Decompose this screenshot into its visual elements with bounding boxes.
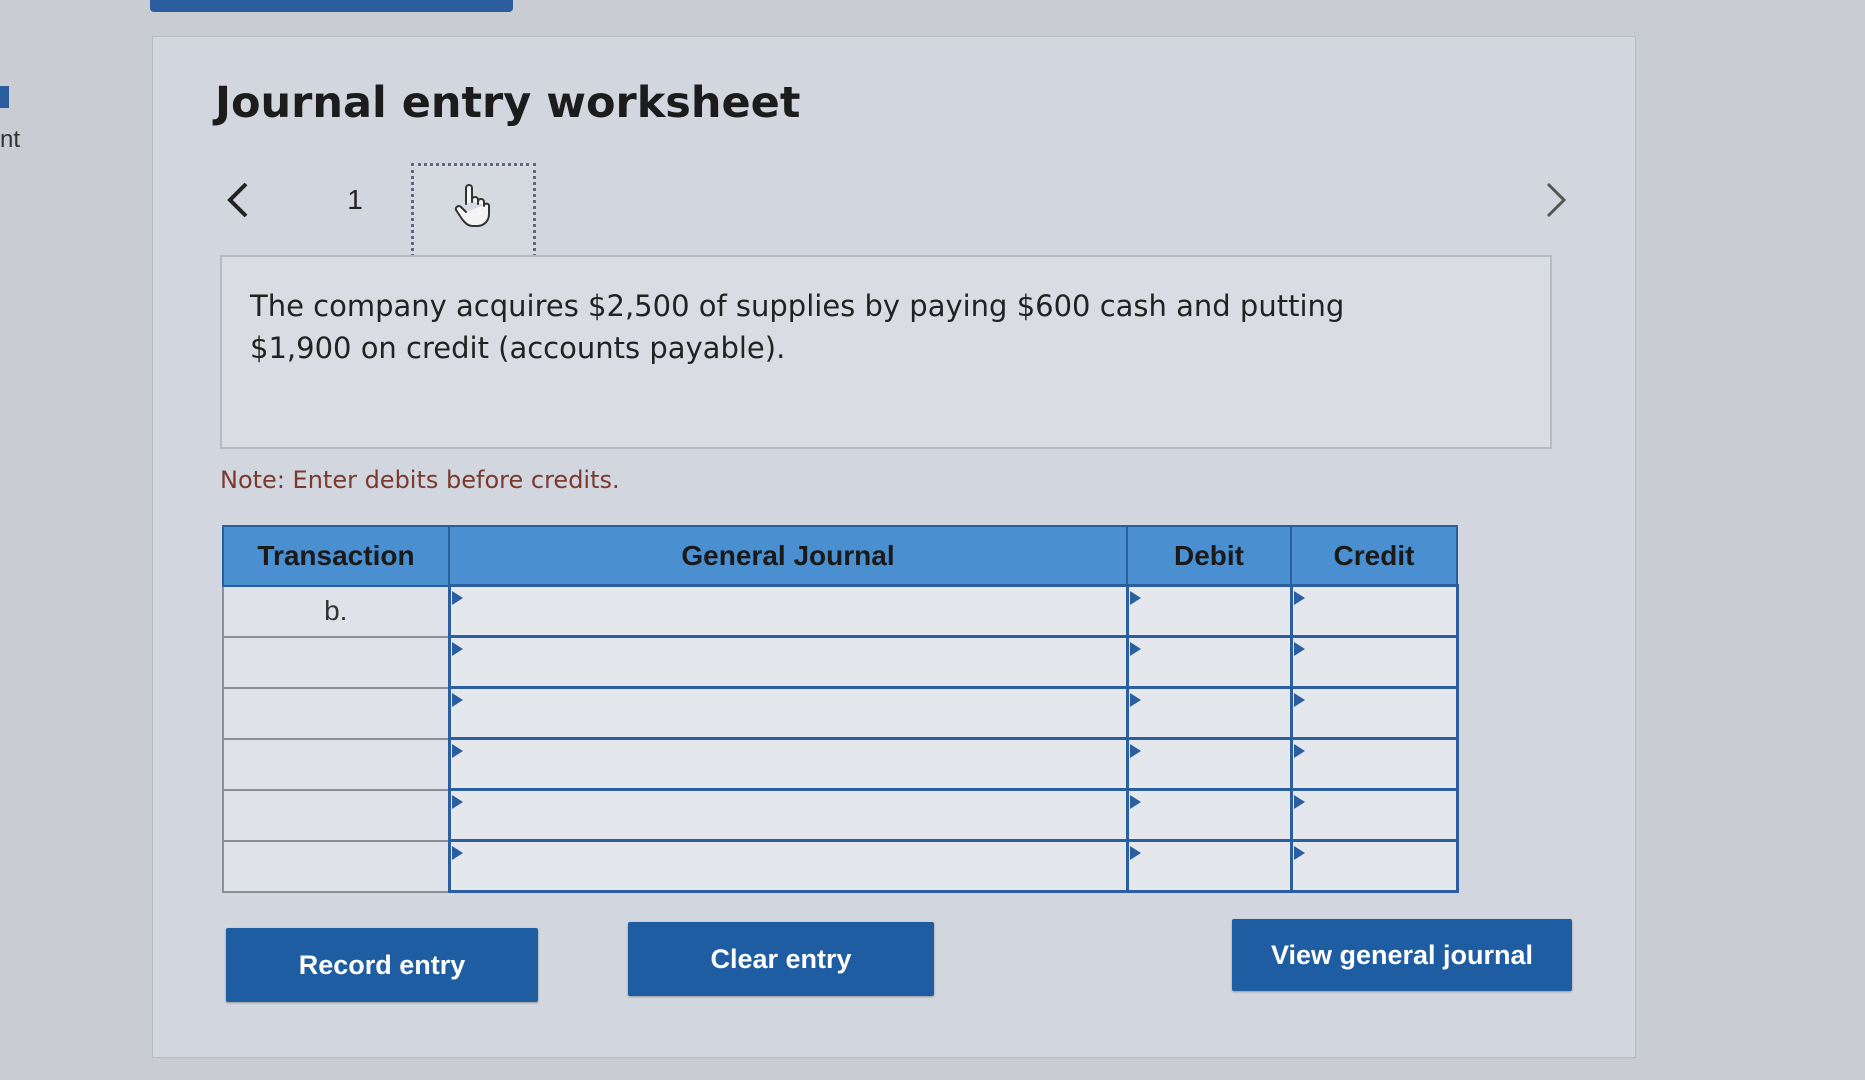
clear-entry-button[interactable]: Clear entry [628, 922, 934, 996]
transaction-cell [222, 686, 450, 740]
credit-input[interactable] [1289, 839, 1459, 893]
account-select[interactable] [447, 686, 1129, 740]
credit-input[interactable] [1289, 584, 1459, 638]
table-row [222, 839, 1459, 893]
table-row [222, 635, 1459, 689]
question-text: The company acquires $2,500 of supplies … [250, 289, 1345, 365]
input-marker-icon [1293, 693, 1305, 707]
header-general-journal: General Journal [448, 525, 1128, 587]
input-marker-icon [1293, 744, 1305, 758]
debit-input[interactable] [1125, 584, 1293, 638]
input-marker-icon [1129, 642, 1141, 656]
credit-input[interactable] [1289, 686, 1459, 740]
input-marker-icon [1129, 693, 1141, 707]
input-marker-icon [1129, 795, 1141, 809]
transaction-cell: b. [222, 584, 450, 638]
table-row [222, 686, 1459, 740]
chevron-left-icon [227, 182, 248, 218]
account-select[interactable] [447, 584, 1129, 638]
top-tab-indicator [150, 0, 513, 12]
account-select[interactable] [447, 788, 1129, 842]
hand-pointer-icon [454, 184, 490, 227]
debit-input[interactable] [1125, 788, 1293, 842]
table-row [222, 737, 1459, 791]
debit-input[interactable] [1125, 635, 1293, 689]
input-marker-icon [1293, 642, 1305, 656]
left-sidebar-marker [0, 86, 9, 108]
debit-input[interactable] [1125, 686, 1293, 740]
header-credit: Credit [1290, 525, 1458, 587]
transaction-cell [222, 788, 450, 842]
previous-button[interactable] [218, 178, 258, 222]
credit-input[interactable] [1289, 788, 1459, 842]
account-select[interactable] [447, 839, 1129, 893]
table-row [222, 788, 1459, 842]
input-marker-icon [1129, 744, 1141, 758]
transaction-cell [222, 737, 450, 791]
account-select[interactable] [447, 635, 1129, 689]
dropdown-marker-icon [451, 846, 463, 860]
dropdown-marker-icon [451, 642, 463, 656]
transaction-cell [222, 839, 450, 893]
table-row: b. [222, 584, 1459, 638]
journal-table: Transaction General Journal Debit Credit… [222, 525, 1459, 893]
dropdown-marker-icon [451, 744, 463, 758]
account-select[interactable] [447, 737, 1129, 791]
input-marker-icon [1129, 846, 1141, 860]
view-general-journal-button[interactable]: View general journal [1232, 919, 1572, 991]
input-marker-icon [1129, 591, 1141, 605]
dropdown-marker-icon [451, 795, 463, 809]
next-button[interactable] [1536, 178, 1576, 222]
debit-input[interactable] [1125, 737, 1293, 791]
dropdown-marker-icon [451, 693, 463, 707]
transaction-cell [222, 635, 450, 689]
journal-header-row: Transaction General Journal Debit Credit [222, 525, 1458, 587]
header-transaction: Transaction [222, 525, 450, 587]
input-marker-icon [1293, 591, 1305, 605]
credit-input[interactable] [1289, 635, 1459, 689]
note-text: Note: Enter debits before credits. [220, 466, 620, 494]
page-title: Journal entry worksheet [215, 78, 801, 128]
credit-input[interactable] [1289, 737, 1459, 791]
dropdown-marker-icon [451, 591, 463, 605]
debit-input[interactable] [1125, 839, 1293, 893]
chevron-right-icon [1546, 182, 1567, 218]
page-tab-current[interactable] [411, 163, 536, 263]
page-number-1[interactable]: 1 [340, 184, 370, 216]
record-entry-button[interactable]: Record entry [226, 928, 538, 1002]
input-marker-icon [1293, 846, 1305, 860]
question-box: The company acquires $2,500 of supplies … [220, 255, 1552, 449]
left-sidebar-text: nt [0, 126, 21, 153]
header-debit: Debit [1126, 525, 1292, 587]
input-marker-icon [1293, 795, 1305, 809]
